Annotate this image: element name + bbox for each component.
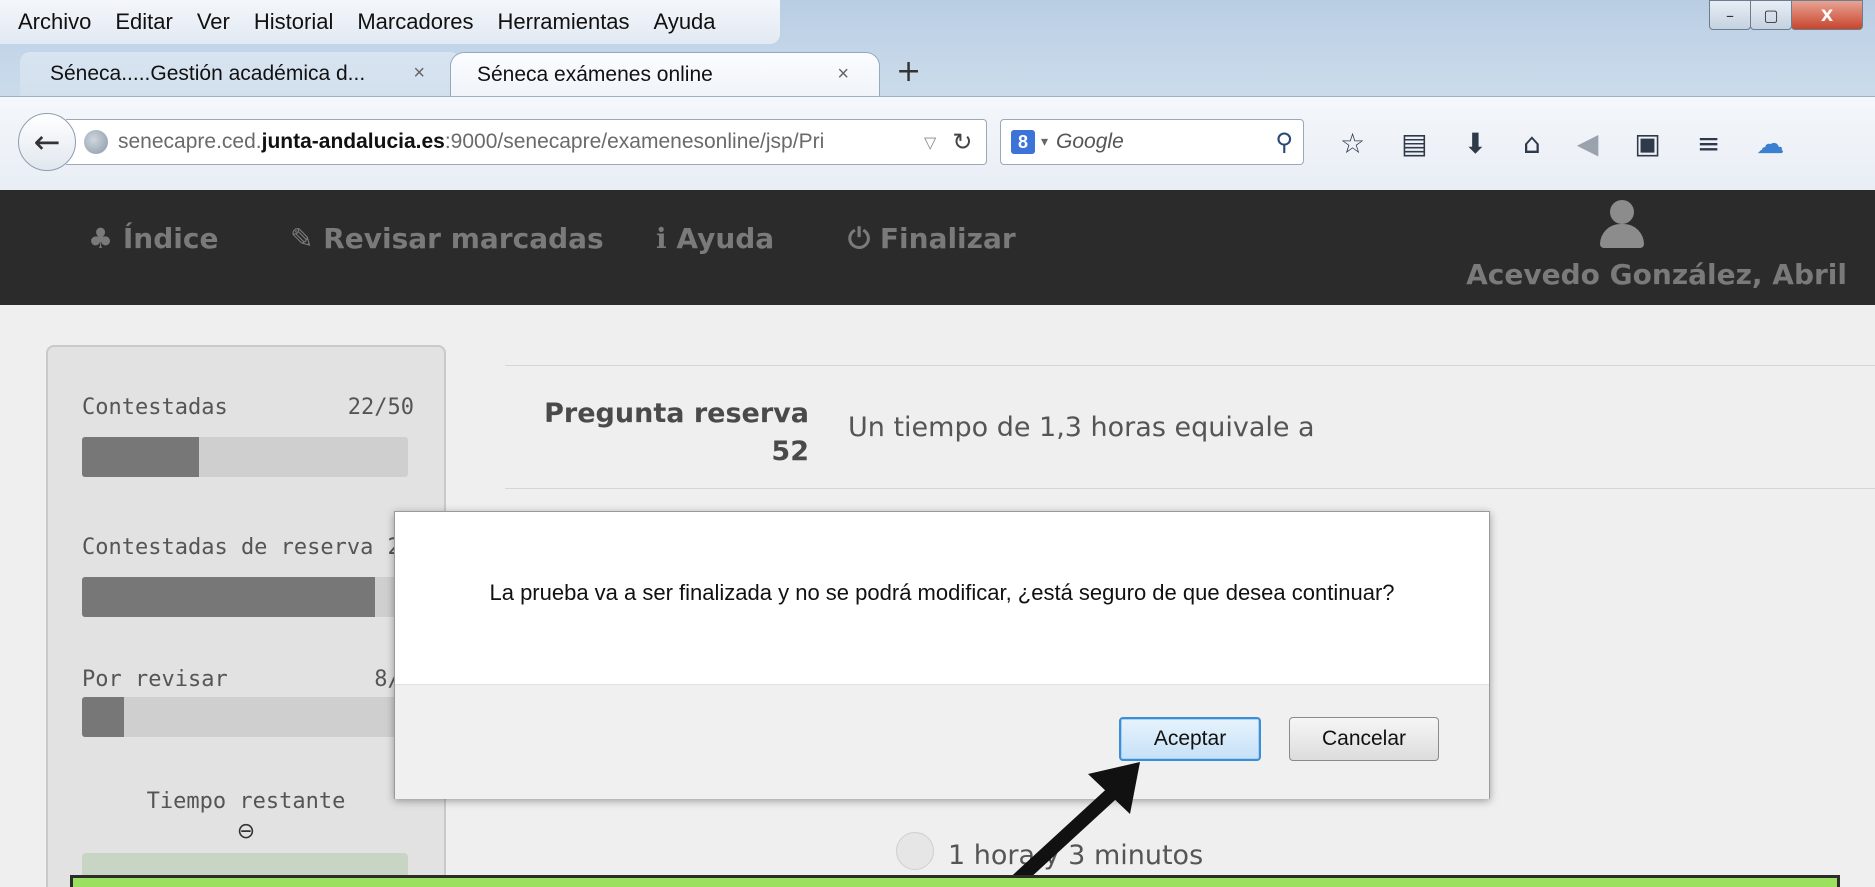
dialog-footer: Aceptar Cancelar xyxy=(395,684,1489,799)
dialog-message: La prueba va a ser finalizada y no se po… xyxy=(489,580,1395,605)
globe-icon xyxy=(84,130,108,154)
menu-herramientas[interactable]: Herramientas xyxy=(498,9,630,35)
minimize-button[interactable]: – xyxy=(1709,0,1751,30)
question-text: Un tiempo de 1,3 horas equivale a xyxy=(848,412,1315,443)
stat-label-reserva: Contestadas de reserva xyxy=(82,535,374,560)
close-window-button[interactable]: X xyxy=(1791,0,1863,30)
tab-label: Séneca.....Gestión académica d... xyxy=(50,62,366,85)
url-text[interactable]: senecapre.ced.junta-andalucia.es:9000/se… xyxy=(118,130,918,154)
new-tab-icon[interactable]: + xyxy=(896,54,921,89)
navigation-bar: senecapre.ced.junta-andalucia.es:9000/se… xyxy=(0,96,1875,191)
progress-fill xyxy=(82,697,125,737)
progress-fill xyxy=(82,437,200,477)
menu-marcadores[interactable]: Marcadores xyxy=(357,9,473,35)
reload-icon[interactable]: ↻ xyxy=(952,128,972,156)
home-icon[interactable]: ⌂ xyxy=(1523,127,1541,160)
download-icon[interactable]: ⬇ xyxy=(1464,127,1487,160)
progress-sidebar: Contestadas 22/50 Contestadas de reserva… xyxy=(46,345,446,887)
back-arrow-icon: ← xyxy=(33,123,61,161)
menu-archivo[interactable]: Archivo xyxy=(18,9,91,35)
tab-seneca-gestion[interactable]: Séneca.....Gestión académica d... × xyxy=(20,52,460,96)
user-avatar-icon xyxy=(1598,200,1646,252)
menu-editar[interactable]: Editar xyxy=(115,9,172,35)
sitemap-icon: ♣ xyxy=(88,222,114,255)
hamburger-menu-icon[interactable]: ≡ xyxy=(1697,127,1720,160)
tab-close-icon[interactable]: × xyxy=(413,62,425,85)
back-button[interactable]: ← xyxy=(18,113,76,171)
url-bar[interactable]: senecapre.ced.junta-andalucia.es:9000/se… xyxy=(66,119,987,165)
url-dropdown-icon[interactable]: ▽ xyxy=(924,133,936,152)
cloud-icon[interactable]: ☁ xyxy=(1756,127,1784,160)
window-controls: – ▢ X xyxy=(1709,0,1863,30)
menu-ver[interactable]: Ver xyxy=(197,9,230,35)
accept-button[interactable]: Aceptar xyxy=(1119,717,1261,761)
time-remaining-label: Tiempo restante xyxy=(146,789,346,814)
confirm-dialog: La prueba va a ser finalizada y no se po… xyxy=(394,511,1490,799)
info-icon: ℹ xyxy=(656,222,667,255)
magnifier-icon[interactable]: ⚲ xyxy=(1275,128,1293,156)
tab-label: Séneca exámenes online xyxy=(477,62,713,86)
pencil-icon: ✎ xyxy=(290,222,314,255)
google-icon[interactable]: 8 xyxy=(1011,130,1035,154)
clipboard-icon[interactable]: ▤ xyxy=(1401,127,1427,160)
star-icon[interactable]: ☆ xyxy=(1340,127,1365,160)
annotation-arrow-icon xyxy=(1003,762,1140,887)
caption-box xyxy=(70,875,1840,887)
app-header: ♣ Índice ✎ Revisar marcadas ℹ Ayuda ⏻ Fi… xyxy=(0,190,1875,305)
question-divider xyxy=(505,488,1875,489)
toolbar-icons: ☆ ▤ ⬇ ⌂ ◀ ▣ ≡ ☁ xyxy=(1340,123,1820,163)
tab-strip: Séneca.....Gestión académica d... × Séne… xyxy=(0,48,1875,96)
progress-bar-por-revisar xyxy=(82,697,408,737)
menu-historial[interactable]: Historial xyxy=(254,9,333,35)
stat-label-contestadas: Contestadas xyxy=(82,395,228,420)
menu-bar: Archivo Editar Ver Historial Marcadores … xyxy=(0,0,780,44)
maximize-button[interactable]: ▢ xyxy=(1750,0,1792,30)
nav-ayuda[interactable]: ℹ Ayuda xyxy=(656,222,774,255)
user-name: Acevedo González, Abril xyxy=(1466,258,1847,291)
send-icon[interactable]: ◀ xyxy=(1577,127,1599,160)
tab-close-icon[interactable]: × xyxy=(837,63,849,86)
question-divider xyxy=(505,365,1875,366)
nav-finalizar[interactable]: ⏻ Finalizar xyxy=(848,222,1016,256)
nav-revisar-marcadas[interactable]: ✎ Revisar marcadas xyxy=(290,222,604,255)
search-placeholder: Google xyxy=(1056,130,1124,153)
option-radio[interactable] xyxy=(896,832,934,870)
menu-ayuda[interactable]: Ayuda xyxy=(654,9,716,35)
zoom-out-icon[interactable]: ⊖ xyxy=(48,819,444,844)
cancel-button[interactable]: Cancelar xyxy=(1289,717,1439,761)
stat-count-contestadas: 22/50 xyxy=(347,395,414,420)
question-title: Pregunta reserva 52 xyxy=(544,398,809,467)
search-engine-dropdown-icon[interactable]: ▾ xyxy=(1041,134,1048,150)
stat-label-por-revisar: Por revisar xyxy=(82,667,228,692)
nav-indice[interactable]: ♣ Índice xyxy=(88,222,218,255)
progress-bar-reserva xyxy=(82,577,408,617)
progress-bar-contestadas xyxy=(82,437,408,477)
evernote-icon[interactable]: ▣ xyxy=(1634,127,1660,160)
search-input[interactable]: 8 ▾ Google ⚲ xyxy=(1000,119,1304,165)
tab-seneca-examenes[interactable]: Séneca exámenes online × xyxy=(450,52,880,96)
power-icon: ⏻ xyxy=(848,222,871,255)
progress-fill xyxy=(82,577,376,617)
